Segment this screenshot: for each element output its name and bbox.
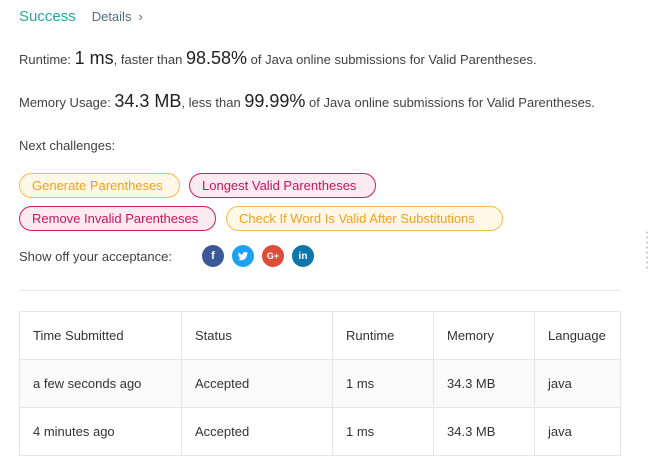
table-row: 4 minutes ago Accepted 1 ms 34.3 MB java: [19, 407, 621, 456]
cell-time: a few seconds ago: [19, 359, 182, 408]
memory-percent: 99.99%: [244, 91, 306, 111]
submissions-table: Time Submitted Status Runtime Memory Lan…: [19, 311, 621, 456]
memory-value: 34.3 MB: [114, 91, 182, 111]
memory-suffix: of Java online submissions for Valid Par…: [309, 95, 595, 110]
column-header-memory: Memory: [433, 311, 535, 360]
runtime-value: 1 ms: [74, 48, 114, 68]
cell-memory: 34.3 MB: [433, 407, 535, 456]
table-header-row: Time Submitted Status Runtime Memory Lan…: [19, 311, 621, 360]
memory-middle: , less than: [181, 95, 241, 110]
cell-language: java: [534, 359, 621, 408]
cell-runtime: 1 ms: [332, 359, 434, 408]
challenge-tag-generate-parentheses[interactable]: Generate Parentheses: [19, 173, 180, 198]
runtime-stat: Runtime: 1 ms, faster than 98.58% of Jav…: [19, 48, 537, 69]
column-header-status: Status: [181, 311, 333, 360]
challenge-tag-check-if-word-is-valid[interactable]: Check If Word Is Valid After Substitutio…: [226, 206, 503, 231]
cell-memory: 34.3 MB: [433, 359, 535, 408]
chevron-right-icon: ›: [138, 9, 143, 24]
share-label: Show off your acceptance:: [19, 249, 172, 264]
twitter-bird-glyph: [237, 251, 249, 261]
challenge-tag-longest-valid-parentheses[interactable]: Longest Valid Parentheses: [189, 173, 376, 198]
result-header: Success Details ›: [19, 8, 143, 25]
scrollbar-grip[interactable]: [646, 230, 648, 270]
runtime-middle: , faster than: [113, 52, 183, 67]
column-header-time: Time Submitted: [19, 311, 182, 360]
runtime-suffix: of Java online submissions for Valid Par…: [250, 52, 537, 67]
facebook-icon[interactable]: f: [202, 245, 224, 267]
table-row: a few seconds ago Accepted 1 ms 34.3 MB …: [19, 359, 621, 408]
next-challenges-label: Next challenges:: [19, 138, 116, 153]
cell-runtime: 1 ms: [332, 407, 434, 456]
challenge-tag-remove-invalid-parentheses[interactable]: Remove Invalid Parentheses: [19, 206, 216, 231]
memory-label: Memory Usage:: [19, 95, 111, 110]
linkedin-icon[interactable]: in: [292, 245, 314, 267]
column-header-runtime: Runtime: [332, 311, 434, 360]
cell-status[interactable]: Accepted: [181, 359, 333, 408]
cell-status[interactable]: Accepted: [181, 407, 333, 456]
section-divider: [19, 290, 621, 291]
twitter-icon[interactable]: [232, 245, 254, 267]
cell-time: 4 minutes ago: [19, 407, 182, 456]
memory-stat: Memory Usage: 34.3 MB, less than 99.99% …: [19, 91, 595, 112]
runtime-label: Runtime:: [19, 52, 72, 67]
status-success: Success: [19, 8, 76, 25]
runtime-percent: 98.58%: [185, 48, 248, 68]
details-label: Details: [91, 9, 132, 24]
details-link[interactable]: Details ›: [92, 9, 143, 24]
cell-language: java: [534, 407, 621, 456]
google-plus-icon[interactable]: G+: [262, 245, 284, 267]
column-header-language: Language: [534, 311, 621, 360]
